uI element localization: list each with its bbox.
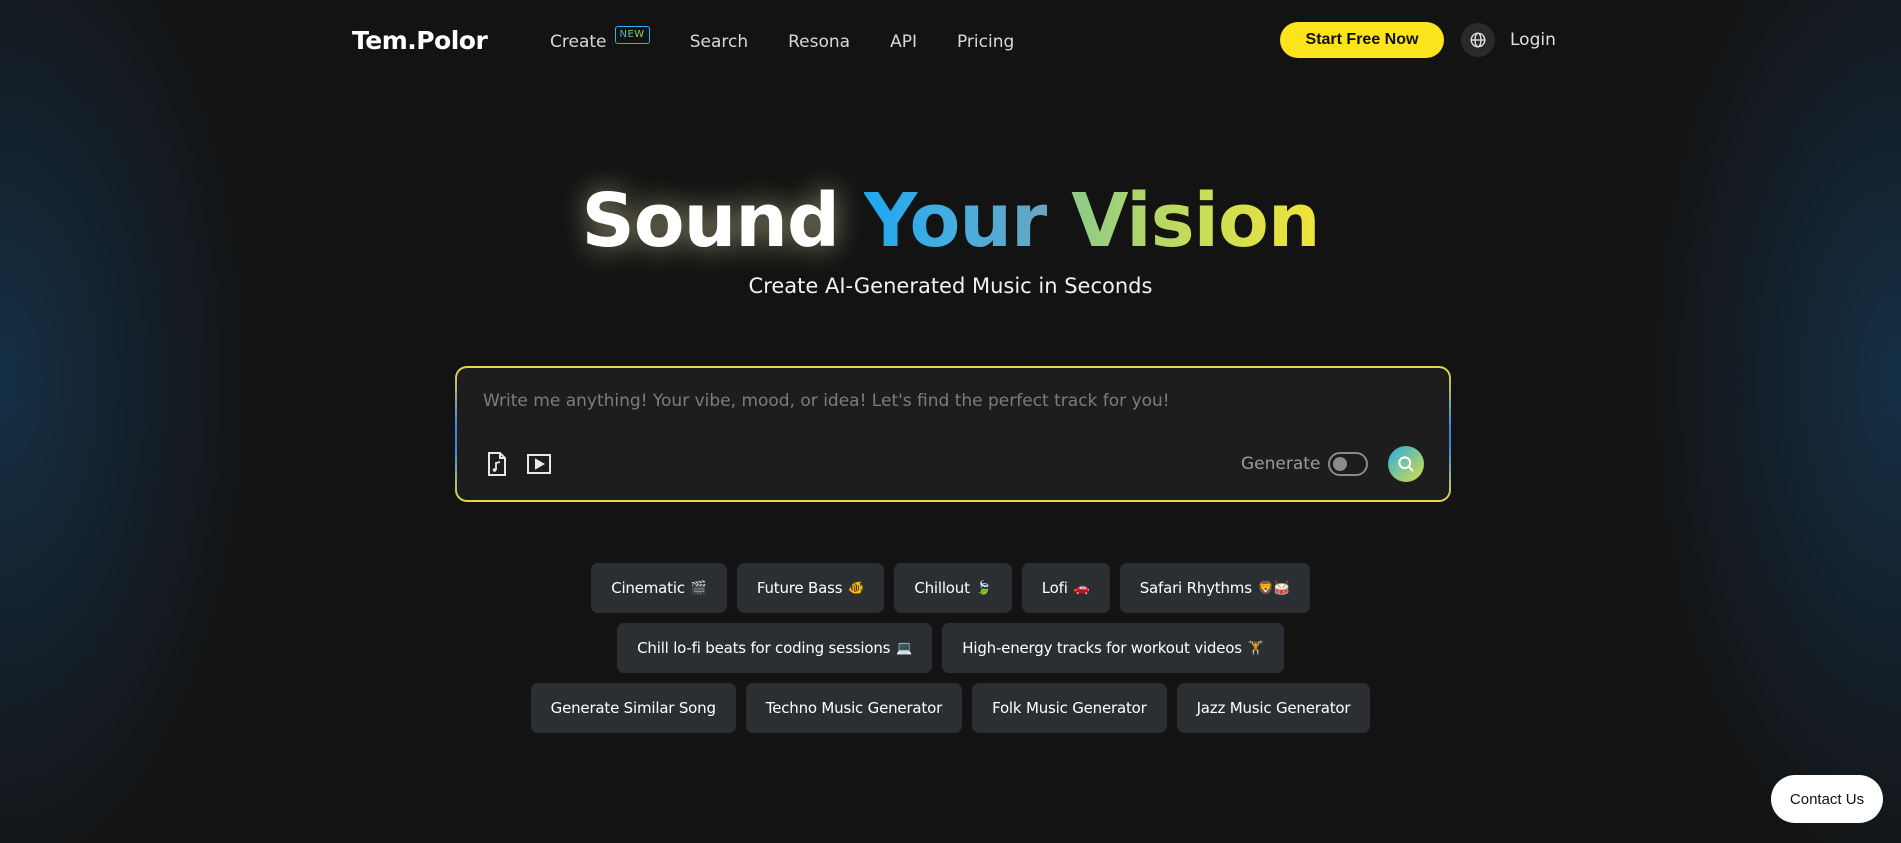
nav-resona[interactable]: Resona bbox=[788, 28, 850, 56]
hero-title-word-vision: Vision bbox=[1071, 178, 1320, 264]
hero-subtitle: Create AI-Generated Music in Seconds bbox=[748, 274, 1153, 298]
chip-emoji: 🍃 bbox=[975, 580, 992, 596]
login-link[interactable]: Login bbox=[1510, 27, 1556, 53]
nav-api[interactable]: API bbox=[890, 28, 917, 56]
music-file-icon bbox=[488, 452, 506, 476]
chip-chill-lofi-coding[interactable]: Chill lo-fi beats for coding sessions 💻 bbox=[617, 623, 933, 673]
chip-emoji: 💻 bbox=[896, 640, 913, 656]
toggle-knob bbox=[1333, 457, 1347, 471]
suggestion-row-3: Generate Similar Song Techno Music Gener… bbox=[0, 683, 1901, 733]
top-header: Tem.Polor Create NEW Search Resona API P… bbox=[0, 0, 1901, 80]
nav-create[interactable]: Create NEW bbox=[550, 26, 650, 56]
chip-jazz-generator[interactable]: Jazz Music Generator bbox=[1176, 683, 1371, 733]
chip-label: High-energy tracks for workout videos bbox=[962, 639, 1242, 657]
prompt-box-inner: Generate bbox=[457, 368, 1449, 500]
upload-video-button[interactable] bbox=[525, 450, 553, 478]
contact-us-button[interactable]: Contact Us bbox=[1771, 775, 1883, 823]
chip-emoji: 🏋 bbox=[1247, 640, 1264, 656]
chip-chillout[interactable]: Chillout 🍃 bbox=[894, 563, 1012, 613]
prompt-input[interactable] bbox=[483, 386, 1383, 416]
main-nav: Create NEW Search Resona API Pricing bbox=[550, 26, 1054, 56]
chip-label: Chillout bbox=[914, 579, 970, 597]
chip-emoji: 🚗 bbox=[1073, 580, 1090, 596]
chip-workout-tracks[interactable]: High-energy tracks for workout videos 🏋 bbox=[942, 623, 1284, 673]
nav-create-label: Create bbox=[550, 32, 607, 52]
start-free-button[interactable]: Start Free Now bbox=[1280, 22, 1444, 58]
generate-toggle[interactable] bbox=[1328, 452, 1368, 476]
nav-pricing[interactable]: Pricing bbox=[957, 28, 1014, 56]
suggestion-row-2: Chill lo-fi beats for coding sessions 💻 H… bbox=[0, 623, 1901, 673]
chip-future-bass[interactable]: Future Bass 🐠 bbox=[736, 563, 885, 613]
chip-folk-generator[interactable]: Folk Music Generator bbox=[972, 683, 1167, 733]
prompt-box: Generate bbox=[455, 366, 1451, 502]
chip-label: Future Bass bbox=[756, 579, 843, 597]
logo[interactable]: Tem.Polor bbox=[352, 26, 488, 55]
chip-generate-similar-song[interactable]: Generate Similar Song bbox=[530, 683, 736, 733]
search-button[interactable] bbox=[1388, 446, 1424, 482]
video-play-icon bbox=[527, 454, 551, 474]
generate-label: Generate bbox=[1241, 454, 1321, 474]
chip-emoji: 🎬 bbox=[690, 580, 707, 596]
chip-label: Chill lo-fi beats for coding sessions bbox=[637, 639, 891, 657]
nav-search[interactable]: Search bbox=[690, 28, 748, 56]
chip-label: Cinematic bbox=[611, 579, 685, 597]
page: Tem.Polor Create NEW Search Resona API P… bbox=[0, 0, 1901, 843]
chip-lofi[interactable]: Lofi 🚗 bbox=[1021, 563, 1110, 613]
language-button[interactable] bbox=[1461, 23, 1495, 57]
suggestion-row-1: Cinematic 🎬 Future Bass 🐠 Chillout 🍃 Lofi 🚗 … bbox=[0, 563, 1901, 613]
chip-safari-rhythms[interactable]: Safari Rhythms 🦁🥁 bbox=[1119, 563, 1310, 613]
globe-icon bbox=[1470, 32, 1486, 48]
upload-audio-button[interactable] bbox=[483, 450, 511, 478]
chip-emoji: 🐠 bbox=[848, 580, 865, 596]
chip-label: Lofi bbox=[1041, 579, 1068, 597]
chip-techno-generator[interactable]: Techno Music Generator bbox=[745, 683, 963, 733]
chip-label: Safari Rhythms bbox=[1139, 579, 1252, 597]
hero-title-word-your: Your bbox=[863, 178, 1048, 264]
hero-title: Sound Your Vision bbox=[0, 176, 1901, 266]
hero-title-word-sound: Sound bbox=[581, 178, 839, 264]
chip-cinematic[interactable]: Cinematic 🎬 bbox=[591, 563, 727, 613]
chip-emoji: 🦁🥁 bbox=[1257, 580, 1290, 596]
search-icon bbox=[1398, 456, 1414, 472]
new-badge: NEW bbox=[614, 26, 650, 44]
